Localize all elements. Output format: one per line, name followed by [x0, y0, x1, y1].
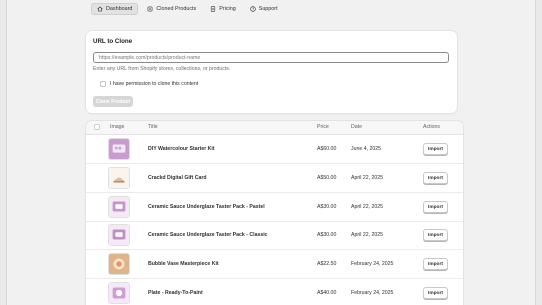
table-row[interactable]: Crackd Digital Gift Card A$50.00 April 2…	[86, 164, 463, 193]
tab-pricing[interactable]: Pricing	[205, 3, 240, 15]
top-navigation: Dashboard Cloned Products Pricing Suppor…	[91, 3, 283, 16]
product-thumbnail	[108, 167, 130, 189]
column-header-date[interactable]: Date	[351, 124, 362, 130]
product-date: February 24, 2025	[351, 290, 394, 296]
url-help-text: Enter any URL from Shopify stores, colle…	[93, 66, 231, 72]
table-header: Image Title Price Date Actions	[86, 121, 463, 135]
product-thumbnail	[108, 196, 130, 218]
column-header-price[interactable]: Price	[317, 124, 329, 130]
product-date: April 22, 2025	[351, 232, 384, 238]
import-button[interactable]: Import	[423, 287, 448, 299]
product-price: A$22.50	[317, 261, 337, 267]
import-button[interactable]: Import	[423, 143, 448, 155]
import-button[interactable]: Import	[423, 201, 448, 213]
product-date: April 22, 2025	[351, 175, 384, 181]
product-title: DIY Watercolour Starter Kit	[148, 146, 215, 152]
tab-support-label: Support	[258, 6, 278, 12]
tab-cloned-products[interactable]: Cloned Products	[142, 3, 201, 15]
tab-cloned-products-label: Cloned Products	[156, 6, 197, 12]
product-thumbnail	[108, 253, 130, 275]
import-button[interactable]: Import	[423, 229, 448, 241]
url-card-title: URL to Clone	[93, 38, 133, 45]
product-price: A$60.00	[317, 146, 337, 152]
table-row[interactable]: Plate - Ready-To-Paint A$40.00 February …	[86, 279, 463, 305]
product-thumbnail	[108, 138, 130, 160]
tab-support[interactable]: Support	[245, 3, 283, 15]
table-row[interactable]: Ceramic Sauce Underglaze Taster Pack - P…	[86, 193, 463, 222]
import-button[interactable]: Import	[423, 172, 448, 184]
product-price: A$30.00	[317, 204, 337, 210]
product-date: February 24, 2025	[351, 261, 394, 267]
product-price: A$50.00	[317, 175, 337, 181]
product-date: June 4, 2025	[351, 146, 381, 152]
pricing-icon	[211, 6, 216, 12]
tab-dashboard-label: Dashboard	[106, 6, 133, 12]
app-frame: Dashboard Cloned Products Pricing Suppor…	[6, 0, 536, 305]
product-title: Plate - Ready-To-Paint	[148, 290, 203, 296]
product-title: Bubble Vase Masterpiece Kit	[148, 261, 219, 267]
products-icon	[147, 6, 153, 12]
product-title: Ceramic Sauce Underglaze Taster Pack - P…	[148, 204, 265, 210]
help-icon	[250, 6, 256, 12]
product-thumbnail	[108, 224, 130, 246]
product-title: Ceramic Sauce Underglaze Taster Pack - C…	[148, 232, 268, 238]
column-header-actions: Actions	[423, 124, 441, 130]
tab-pricing-label: Pricing	[219, 6, 236, 12]
select-all-checkbox[interactable]	[94, 124, 100, 130]
clone-product-button[interactable]: Clone Product	[93, 96, 133, 107]
import-button[interactable]: Import	[423, 258, 448, 270]
products-table: Image Title Price Date Actions DIY Water…	[86, 121, 463, 305]
url-clone-card: URL to Clone Enter any URL from Shopify …	[86, 31, 457, 113]
product-thumbnail	[108, 282, 130, 304]
table-row[interactable]: Ceramic Sauce Underglaze Taster Pack - C…	[86, 221, 463, 250]
table-row[interactable]: Bubble Vase Masterpiece Kit A$22.50 Febr…	[86, 250, 463, 279]
permission-checkbox-row[interactable]: I have permission to clone this content	[100, 81, 198, 87]
url-input[interactable]	[93, 52, 449, 63]
permission-checkbox[interactable]	[100, 81, 106, 87]
table-row[interactable]: DIY Watercolour Starter Kit A$60.00 June…	[86, 135, 463, 164]
product-date: April 22, 2025	[351, 204, 384, 210]
product-price: A$30.00	[317, 232, 337, 238]
home-icon	[97, 6, 103, 12]
column-header-image: Image	[110, 124, 125, 130]
product-price: A$40.00	[317, 290, 337, 296]
tab-dashboard[interactable]: Dashboard	[91, 3, 139, 15]
product-title: Crackd Digital Gift Card	[148, 175, 207, 181]
column-header-title[interactable]: Title	[148, 124, 158, 130]
permission-label: I have permission to clone this content	[110, 81, 199, 87]
